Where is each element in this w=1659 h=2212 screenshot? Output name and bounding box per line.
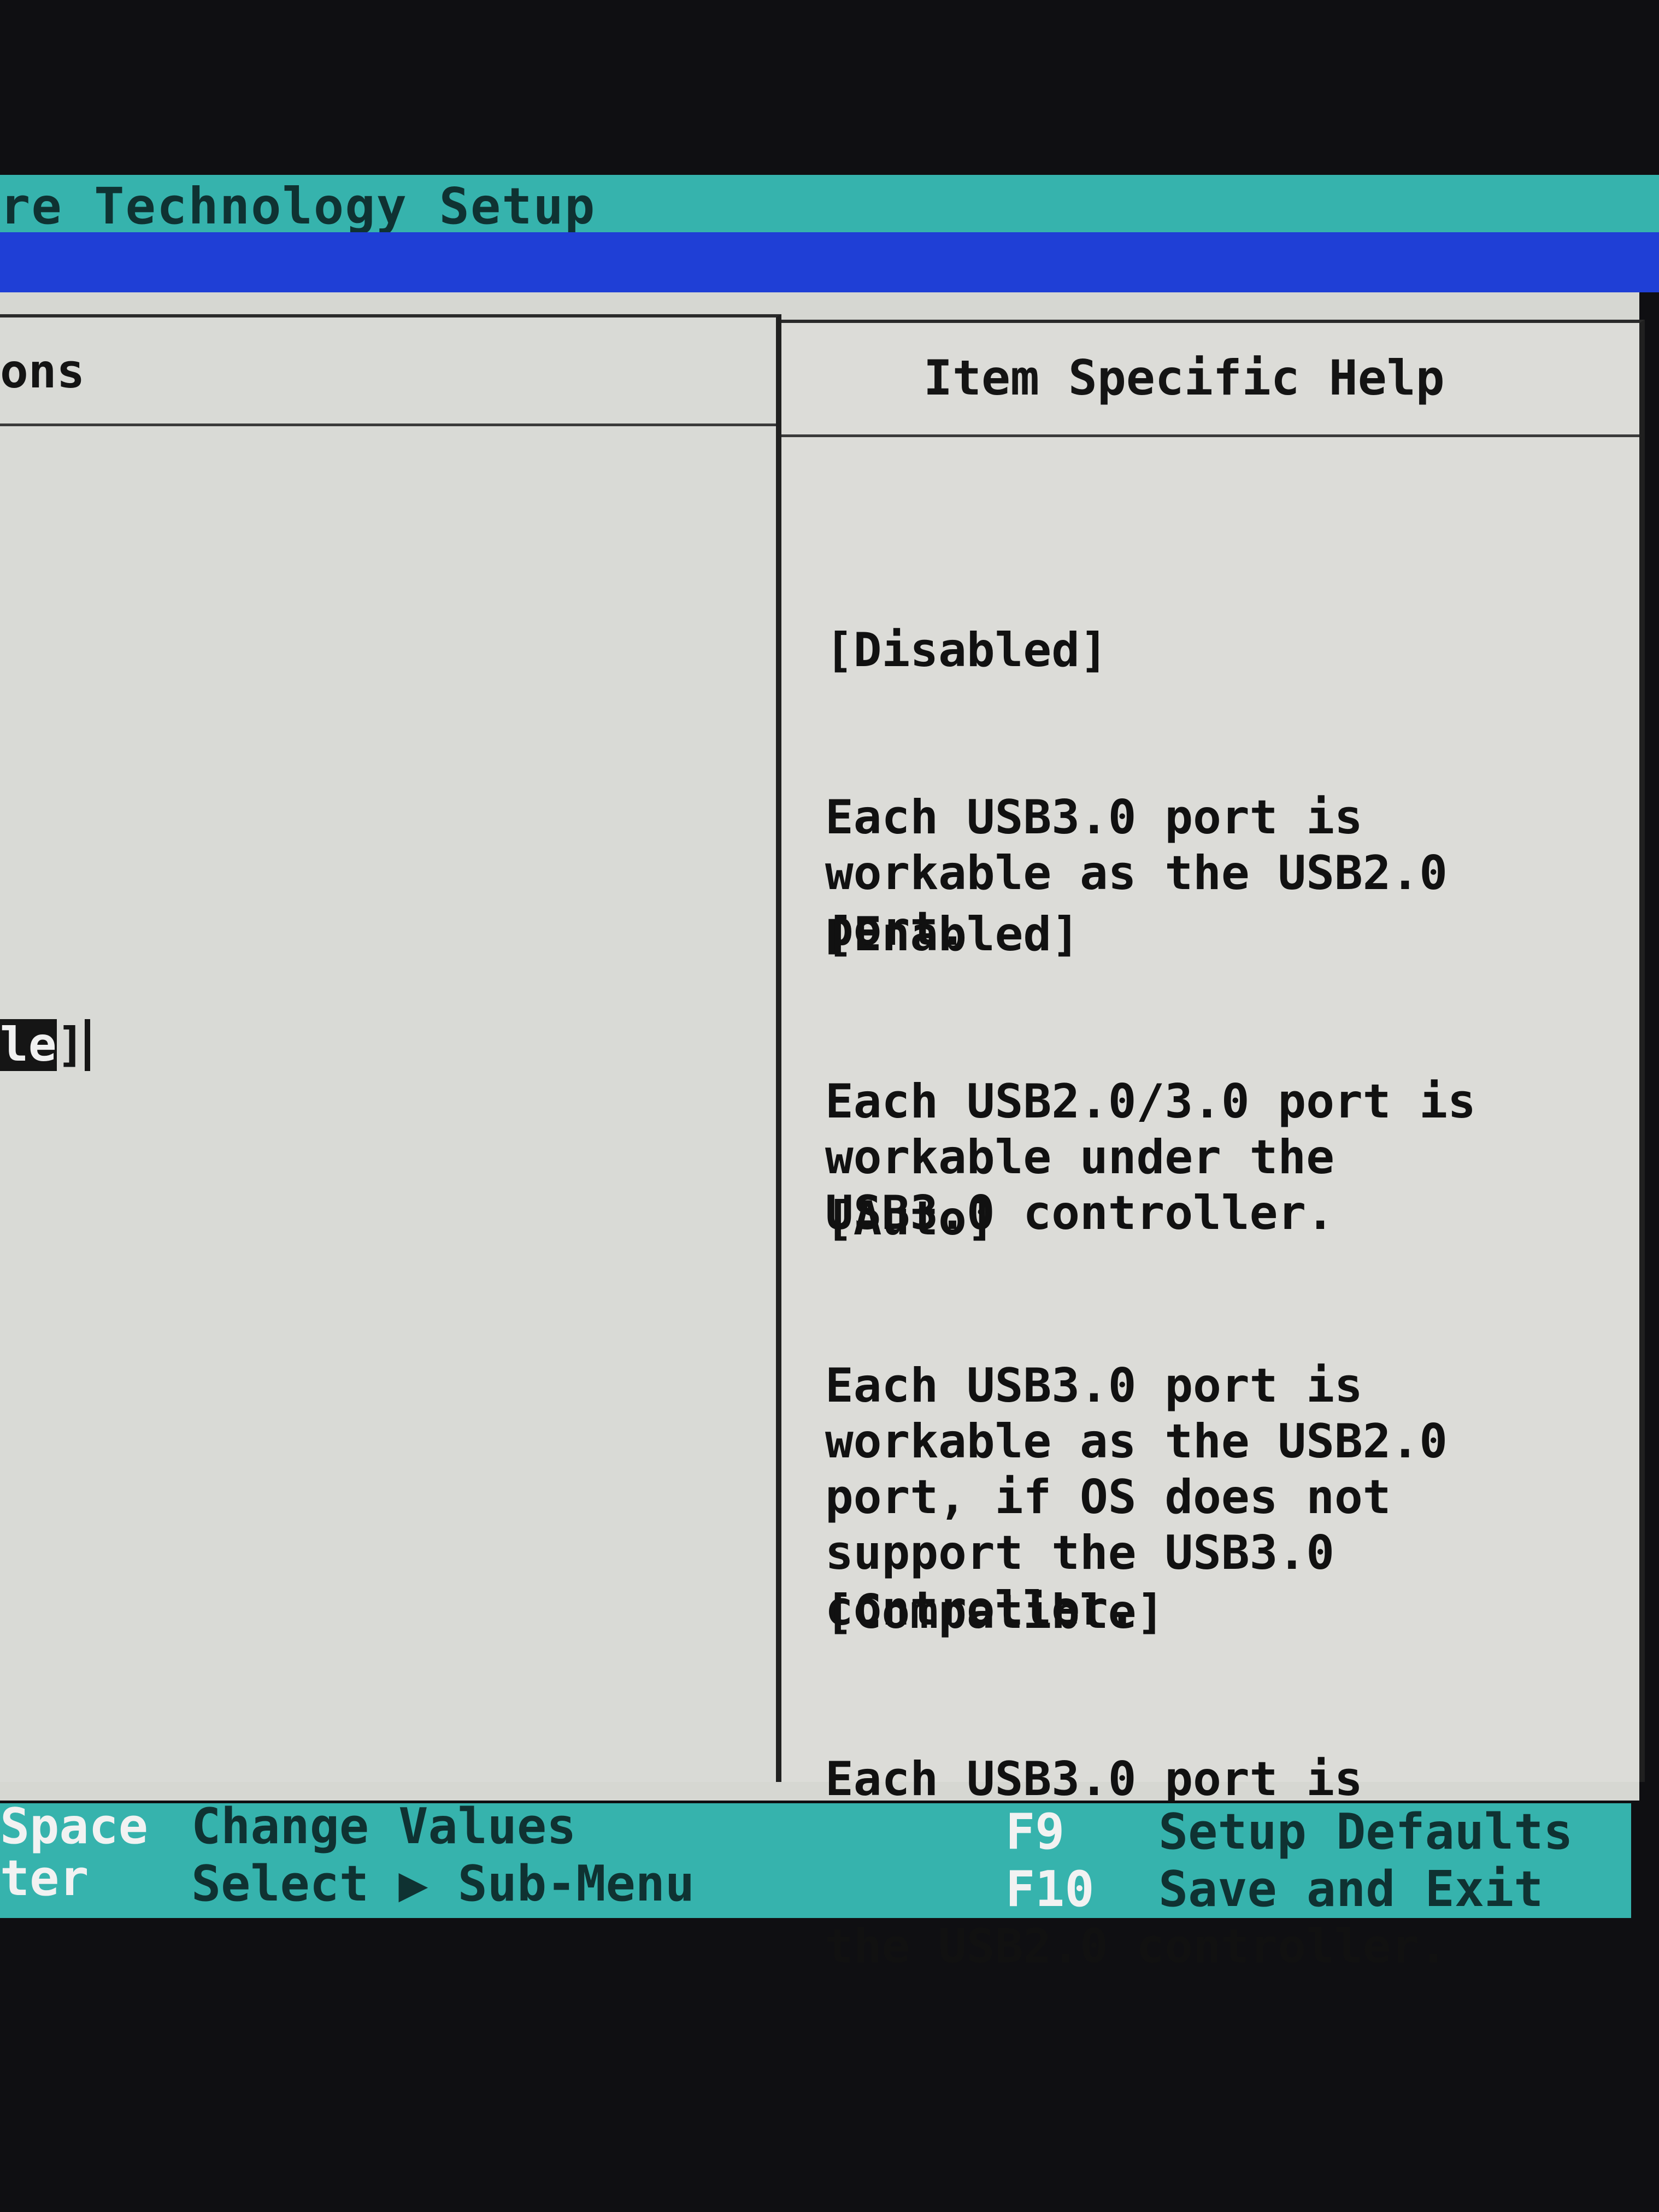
desc-save-and-exit: Save and Exit bbox=[1158, 1861, 1544, 1918]
help-option-label: [Disabled] bbox=[825, 623, 1108, 678]
selected-option-bracket: ] bbox=[56, 1017, 85, 1072]
help-option-label: [Compatible] bbox=[825, 1585, 1165, 1639]
setup-title: re Technology Setup bbox=[0, 177, 596, 236]
help-header-divider bbox=[781, 434, 1639, 437]
key-space: Space bbox=[0, 1798, 148, 1855]
options-panel-header: ons bbox=[0, 344, 85, 399]
help-option-label: [Enabled] bbox=[825, 907, 1080, 962]
help-entry-compatible: [Compatible] Each USB3.0 port is workabl… bbox=[825, 1473, 1448, 2030]
menu-bar bbox=[0, 232, 1659, 292]
desc-select-submenu: Select ▶ Sub-Menu bbox=[191, 1855, 695, 1913]
options-panel bbox=[0, 314, 781, 1782]
key-f9: F9 bbox=[1005, 1803, 1065, 1861]
selected-option-text: le bbox=[0, 1017, 57, 1072]
desc-change-values: Change Values bbox=[191, 1798, 576, 1855]
help-panel-header: Item Specific Help bbox=[923, 350, 1445, 406]
help-option-label: [Auto] bbox=[825, 1191, 995, 1246]
key-enter: ter bbox=[0, 1850, 89, 1907]
key-f10: F10 bbox=[1005, 1861, 1095, 1918]
selected-option-value[interactable]: le] bbox=[0, 1017, 91, 1072]
options-header-divider bbox=[0, 423, 776, 426]
desc-setup-defaults: Setup Defaults bbox=[1158, 1803, 1573, 1861]
